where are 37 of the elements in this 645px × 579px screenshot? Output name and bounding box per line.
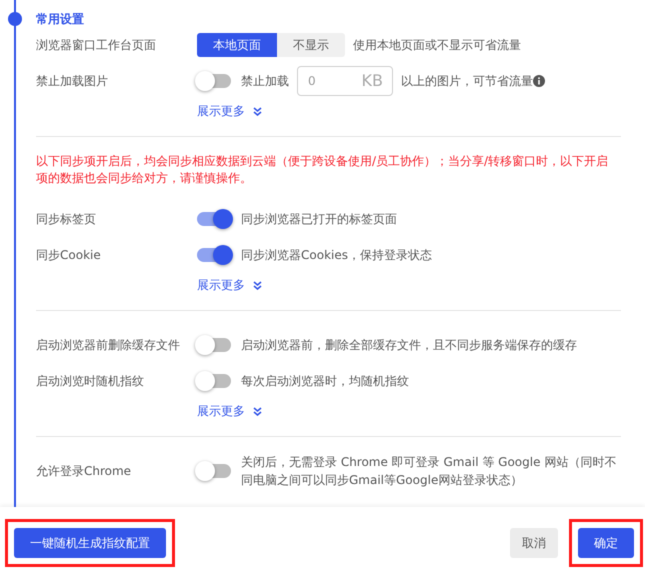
segment-option[interactable]: 不显示 [277, 33, 345, 57]
show-more-link[interactable]: 展示更多 [197, 99, 262, 124]
description: 启动浏览器前，删除全部缓存文件，且不同步服务端保存的缓存 [241, 337, 577, 354]
setting-label: 禁止加载图片 [36, 72, 109, 90]
sync-warning: 以下同步项开启后，均会同步相应数据到云端（便于跨设备使用/员工协作）；当分享/转移窗口时，以下开启项的数据也会同步给对方，请谨慎操作。 [36, 153, 610, 187]
info-icon[interactable] [533, 75, 545, 87]
secondary-button[interactable]: 取消 [510, 528, 558, 558]
section-title: 常用设置 [36, 11, 85, 27]
toggle-switch[interactable] [197, 464, 231, 478]
setting-label: 启动浏览器前删除缓存文件 [36, 336, 181, 354]
timeline-dot [8, 12, 22, 26]
toggle-switch[interactable] [197, 338, 231, 352]
setting-label: 启动浏览时随机指纹 [36, 372, 145, 390]
toggle-switch[interactable] [197, 374, 231, 388]
double-chevron-icon [253, 107, 262, 116]
setting-label: 允许登录Chrome [36, 462, 132, 480]
description: 同步浏览器Cookies，保持登录状态 [241, 247, 432, 264]
primary-button[interactable]: 确定 [578, 528, 634, 558]
description: 同步浏览器已打开的标签页面 [241, 211, 397, 228]
segment-option[interactable]: 本地页面 [197, 33, 277, 57]
show-more-link[interactable]: 展示更多 [197, 399, 262, 424]
toggle-switch[interactable] [197, 212, 231, 226]
double-chevron-icon [253, 281, 262, 290]
description: 以上的图片，可节省流量 [401, 72, 545, 90]
double-chevron-icon [253, 407, 262, 416]
toggle-label: 禁止加载 [241, 73, 289, 90]
setting-label: 同步Cookie [36, 246, 102, 264]
toggle-switch[interactable] [197, 248, 231, 262]
setting-label: 浏览器窗口工作台页面 [36, 36, 157, 54]
primary-button[interactable]: 一键随机生成指纹配置 [14, 528, 166, 558]
unit-label: KB [362, 72, 383, 90]
show-more-link[interactable]: 展示更多 [197, 273, 262, 298]
setting-label: 同步标签页 [36, 210, 97, 228]
description: 使用本地页面或不显示可省流量 [353, 37, 521, 54]
toggle-switch[interactable] [197, 74, 231, 88]
description: 关闭后，无需登录 Chrome 即可登录 Gmail 等 Google 网站（同时不同电脑之间可以同步Gmail等Google网站登录状态） [241, 454, 618, 489]
description: 每次启动浏览器时，均随机指纹 [241, 373, 409, 390]
